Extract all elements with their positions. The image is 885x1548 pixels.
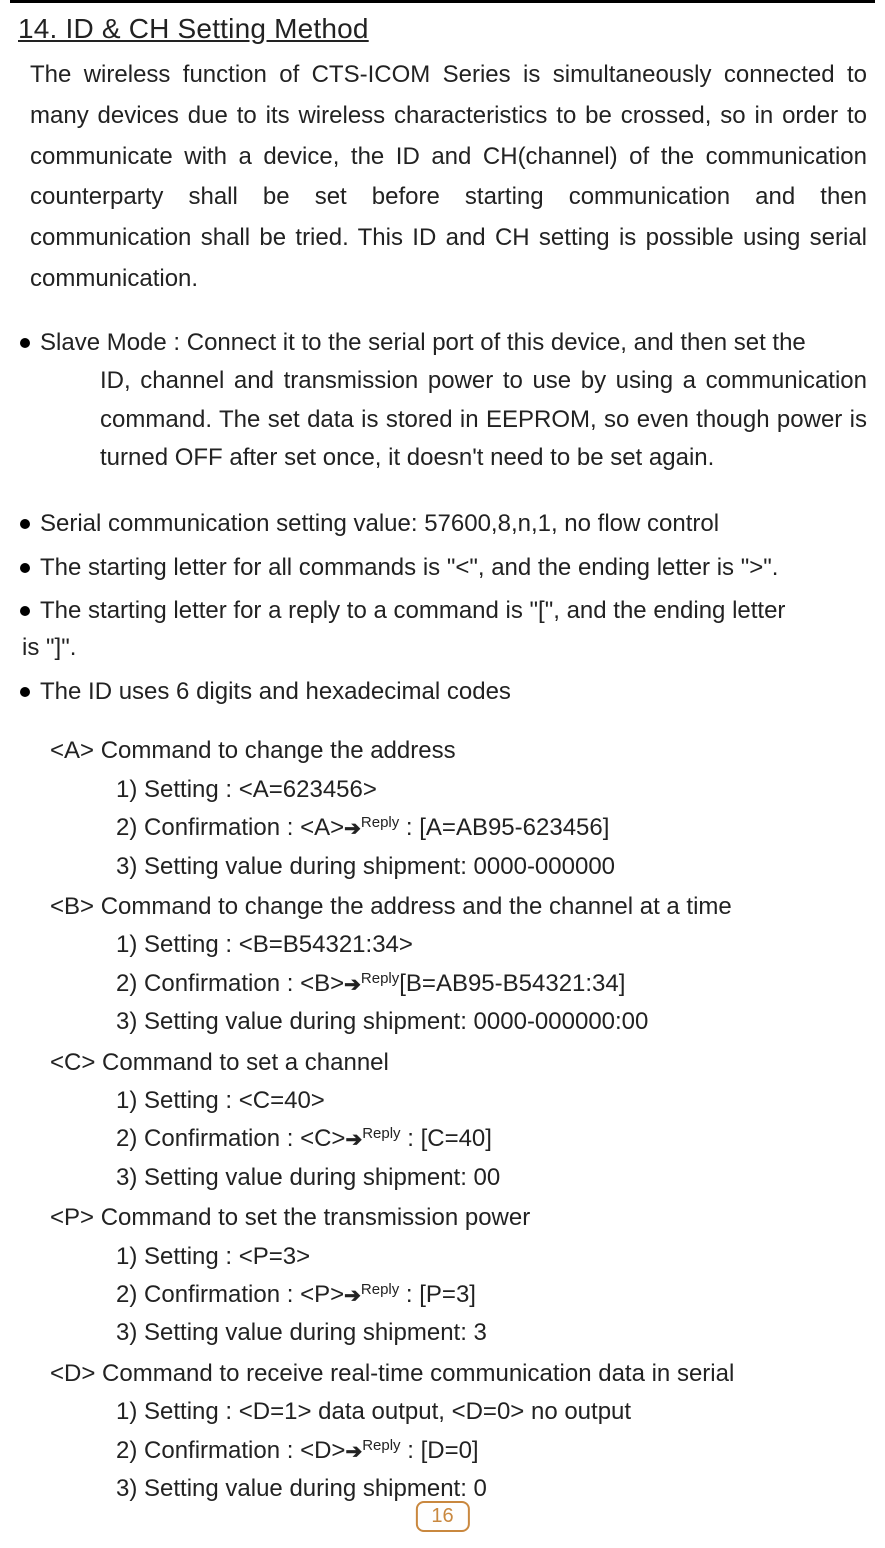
intro-paragraph: The wireless function of CTS-ICOM Series… [18,55,867,300]
command-item-number: 1) [116,1243,144,1270]
command-item: 1) Setting : <D=1> data output, <D=0> no… [18,1393,867,1431]
command-item-reply: : [P=3] [399,1281,476,1308]
slave-mode-lead: Slave Mode : Connect it to the serial po… [40,324,867,362]
arrow-right-icon: ➔ [344,1280,361,1312]
command-item-number: 1) [116,931,144,958]
section-title: 14. ID & CH Setting Method [18,13,867,45]
command-item-text: Setting : <C=40> [144,1087,325,1114]
command-item: 2) Confirmation : <C>➔Reply : [C=40] [18,1120,867,1158]
command-title: <A> Command to change the address [18,732,867,770]
command-item-text: Setting value during shipment: 0000-0000… [144,853,615,880]
command-item-number: 2) [116,814,144,841]
bullet-command-delimiters: The starting letter for all commands is … [40,549,867,586]
command-item: 3) Setting value during shipment: 3 [18,1314,867,1352]
command-item: 1) Setting : <C=40> [18,1082,867,1120]
arrow-right-icon: ➔ [345,1436,362,1468]
arrow-right-icon: ➔ [344,813,361,845]
command-item-reply: : [A=AB95-623456] [399,814,609,841]
command-title: <C> Command to set a channel [18,1044,867,1082]
command-item-text: Confirmation : <A> [144,814,344,841]
arrow-right-icon: ➔ [344,969,361,1001]
command-item-text: Setting value during shipment: 3 [144,1319,487,1346]
command-title: <D> Command to receive real-time communi… [18,1355,867,1393]
command-title: <B> Command to change the address and th… [18,888,867,926]
command-item: 2) Confirmation : <D>➔Reply : [D=0] [18,1432,867,1470]
arrow-right-icon: ➔ [345,1124,362,1156]
reply-superscript: Reply [362,1125,400,1142]
command-title: <P> Command to set the transmission powe… [18,1199,867,1237]
reply-superscript: Reply [362,1437,400,1454]
command-item: 2) Confirmation : <P>➔Reply : [P=3] [18,1276,867,1314]
command-item-number: 2) [116,1281,144,1308]
bullet-icon [20,687,30,697]
command-item-number: 3) [116,1319,144,1346]
command-item-number: 3) [116,1475,144,1502]
command-item-number: 1) [116,1087,144,1114]
command-item-number: 3) [116,1008,144,1035]
command-item: 1) Setting : <B=B54321:34> [18,926,867,964]
reply-superscript: Reply [361,814,399,831]
command-item: 3) Setting value during shipment: 0000-0… [18,848,867,886]
command-item-text: Confirmation : <C> [144,1125,345,1152]
bullet-serial-setting: Serial communication setting value: 5760… [40,505,867,542]
command-item-text: Setting : <P=3> [144,1243,310,1270]
command-item-text: Setting : <A=623456> [144,776,377,803]
command-item-text: Confirmation : <D> [144,1437,345,1464]
command-item: 3) Setting value during shipment: 0000-0… [18,1003,867,1041]
command-item-text: Setting value during shipment: 00 [144,1164,500,1191]
bullet-icon [20,563,30,573]
page-number: 16 [415,1501,469,1532]
command-item: 2) Confirmation : <A>➔Reply : [A=AB95-62… [18,809,867,847]
command-item: 2) Confirmation : <B>➔Reply[B=AB95-B5432… [18,965,867,1003]
command-item-number: 3) [116,1164,144,1191]
command-item-text: Setting : <D=1> data output, <D=0> no ou… [144,1398,631,1425]
command-item-text: Setting value during shipment: 0 [144,1475,487,1502]
bullet-icon [20,519,30,529]
command-item-reply: : [C=40] [401,1125,492,1152]
command-item-text: Setting value during shipment: 0000-0000… [144,1008,648,1035]
slave-mode-detail: ID, channel and transmission power to us… [18,362,867,477]
reply-superscript: Reply [361,1281,399,1298]
command-item-text: Confirmation : <B> [144,970,344,997]
command-item-number: 2) [116,970,144,997]
command-item-reply: : [D=0] [401,1437,479,1464]
command-item-number: 2) [116,1437,144,1464]
command-item: 3) Setting value during shipment: 00 [18,1159,867,1197]
bullet-icon [20,338,30,348]
bullet-id-format: The ID uses 6 digits and hexadecimal cod… [40,673,867,710]
command-item-reply: [B=AB95-B54321:34] [399,970,625,997]
command-item: 1) Setting : <P=3> [18,1238,867,1276]
command-item-number: 1) [116,1398,144,1425]
command-item-text: Setting : <B=B54321:34> [144,931,413,958]
command-item-number: 2) [116,1125,144,1152]
reply-superscript: Reply [361,970,399,987]
command-item-number: 1) [116,776,144,803]
command-item-text: Confirmation : <P> [144,1281,344,1308]
bullet-icon [20,606,30,616]
command-item: 1) Setting : <A=623456> [18,771,867,809]
bullet-reply-delimiters-a: The starting letter for a reply to a com… [40,592,867,629]
command-item-number: 3) [116,853,144,880]
bullet-reply-delimiters-b: is "]". [18,629,867,667]
